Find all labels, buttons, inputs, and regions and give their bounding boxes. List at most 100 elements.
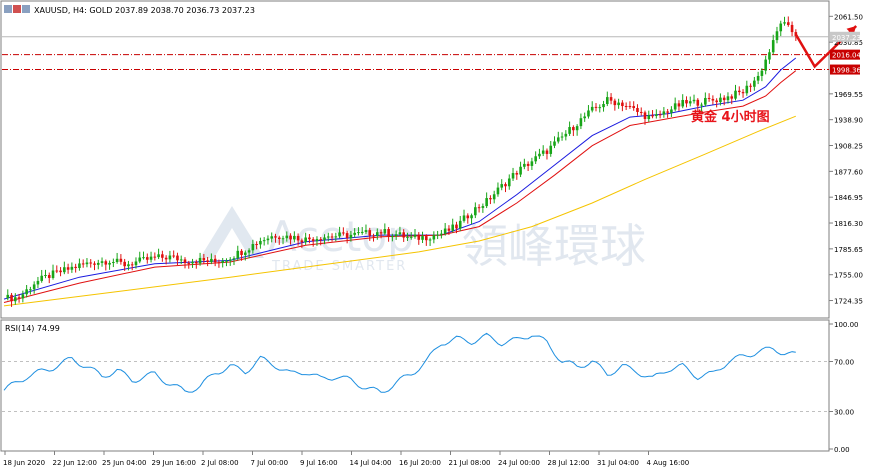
- candle-body: [556, 137, 560, 142]
- candle-body: [440, 233, 443, 235]
- candle-body: [474, 207, 477, 216]
- candle-body: [29, 289, 32, 291]
- candle-body: [609, 97, 613, 101]
- chart-icon: [4, 5, 12, 13]
- candle-body: [375, 232, 379, 236]
- candle-body: [783, 22, 786, 24]
- candle-body: [240, 250, 243, 255]
- candle-body: [70, 266, 74, 270]
- candle-body: [176, 255, 179, 261]
- candle-body: [613, 100, 617, 106]
- candle-body: [406, 236, 409, 238]
- candle-body: [496, 187, 500, 195]
- candle-body: [164, 257, 168, 260]
- rsi-title: RSI(14) 74.99: [5, 324, 60, 333]
- candle-body: [760, 70, 764, 76]
- candle-body: [745, 85, 749, 94]
- candle-body: [296, 235, 300, 241]
- candle-body: [251, 244, 255, 251]
- candle-body: [753, 80, 756, 87]
- candle-body: [662, 111, 666, 115]
- candle-body: [481, 206, 485, 208]
- candle-body: [726, 96, 730, 101]
- candle-body: [138, 257, 142, 262]
- candle-body: [707, 97, 711, 99]
- time-tick-label: 14 Jul 04:00: [350, 459, 392, 467]
- price-tick-label: 1908.25: [834, 143, 863, 151]
- time-tick-label: 29 Jun 16:00: [152, 459, 196, 467]
- candle-body: [115, 258, 119, 263]
- candle-body: [89, 262, 93, 264]
- candle-body: [315, 239, 319, 242]
- candle-body: [455, 224, 458, 229]
- candle-body: [428, 239, 432, 241]
- candle-body: [711, 98, 715, 101]
- candle-body: [515, 173, 519, 175]
- candle-body: [36, 280, 40, 285]
- candle-body: [685, 99, 688, 104]
- chart-icon-3: [22, 5, 30, 13]
- candle-body: [594, 106, 598, 108]
- candle-body: [526, 163, 530, 166]
- candle-body: [232, 258, 236, 260]
- candle-body: [466, 215, 470, 219]
- trading-chart[interactable]: Acetop 領峰環球 TRADE SMARTER XAUUSD, H4: GO…: [0, 0, 870, 471]
- price-panel-frame: [0, 0, 830, 319]
- time-tick-label: 7 Jul 00:00: [251, 459, 289, 467]
- candle-body: [677, 103, 681, 107]
- candle-body: [681, 99, 685, 107]
- candle-body: [741, 92, 745, 94]
- candle-body: [606, 97, 609, 105]
- candle-body: [704, 97, 707, 105]
- candle-body: [66, 267, 70, 270]
- candle-body: [55, 270, 59, 272]
- candle-body: [632, 106, 635, 109]
- candle-body: [639, 111, 643, 113]
- candle-body: [32, 284, 36, 290]
- candle-body: [545, 150, 549, 154]
- candle-body: [81, 263, 85, 265]
- candle-body: [409, 236, 413, 238]
- candle-body: [134, 261, 138, 266]
- candle-body: [519, 166, 522, 175]
- time-tick-label: 18 Jun 2020: [3, 459, 45, 467]
- candle-body: [85, 262, 89, 265]
- candle-body: [127, 264, 130, 267]
- candle-body: [289, 235, 292, 240]
- candle-body: [198, 257, 202, 264]
- candle-body: [323, 237, 326, 240]
- candle-body: [213, 258, 217, 263]
- candle-body: [236, 250, 240, 259]
- candle-body: [244, 252, 247, 255]
- candle-body: [202, 257, 206, 261]
- time-tick-label: 9 Jul 16:00: [300, 459, 338, 467]
- candle-body: [489, 198, 492, 200]
- candle-body: [651, 115, 654, 117]
- chart-icon-2: [13, 5, 21, 13]
- candle-body: [308, 237, 311, 240]
- candle-body: [100, 261, 104, 263]
- candle-body: [311, 239, 315, 242]
- candle-body: [168, 255, 172, 260]
- price-tick-label: 1724.35: [834, 298, 863, 306]
- candle-body: [583, 116, 586, 119]
- candle-body: [342, 232, 345, 234]
- candle-body: [688, 101, 692, 104]
- candle-body: [771, 40, 775, 53]
- price-tick-label: 1969.55: [834, 91, 863, 99]
- candle-body: [149, 256, 153, 260]
- time-tick-label: 22 Jun 12:00: [53, 459, 97, 467]
- window-controls: [4, 5, 30, 13]
- chart-canvas[interactable]: Acetop 領峰環球 TRADE SMARTER XAUUSD, H4: GO…: [0, 0, 870, 471]
- candle-body: [617, 102, 620, 106]
- candle-body: [270, 236, 274, 239]
- rsi-tick-label: 0.00: [834, 446, 850, 454]
- candle-body: [96, 262, 100, 265]
- price-tick-label: 1877.60: [834, 168, 863, 176]
- candle-body: [523, 163, 526, 167]
- candle-body: [217, 262, 221, 264]
- candle-body: [764, 59, 767, 71]
- candle-body: [451, 224, 455, 231]
- candle-body: [587, 110, 590, 117]
- candle-body: [44, 274, 47, 276]
